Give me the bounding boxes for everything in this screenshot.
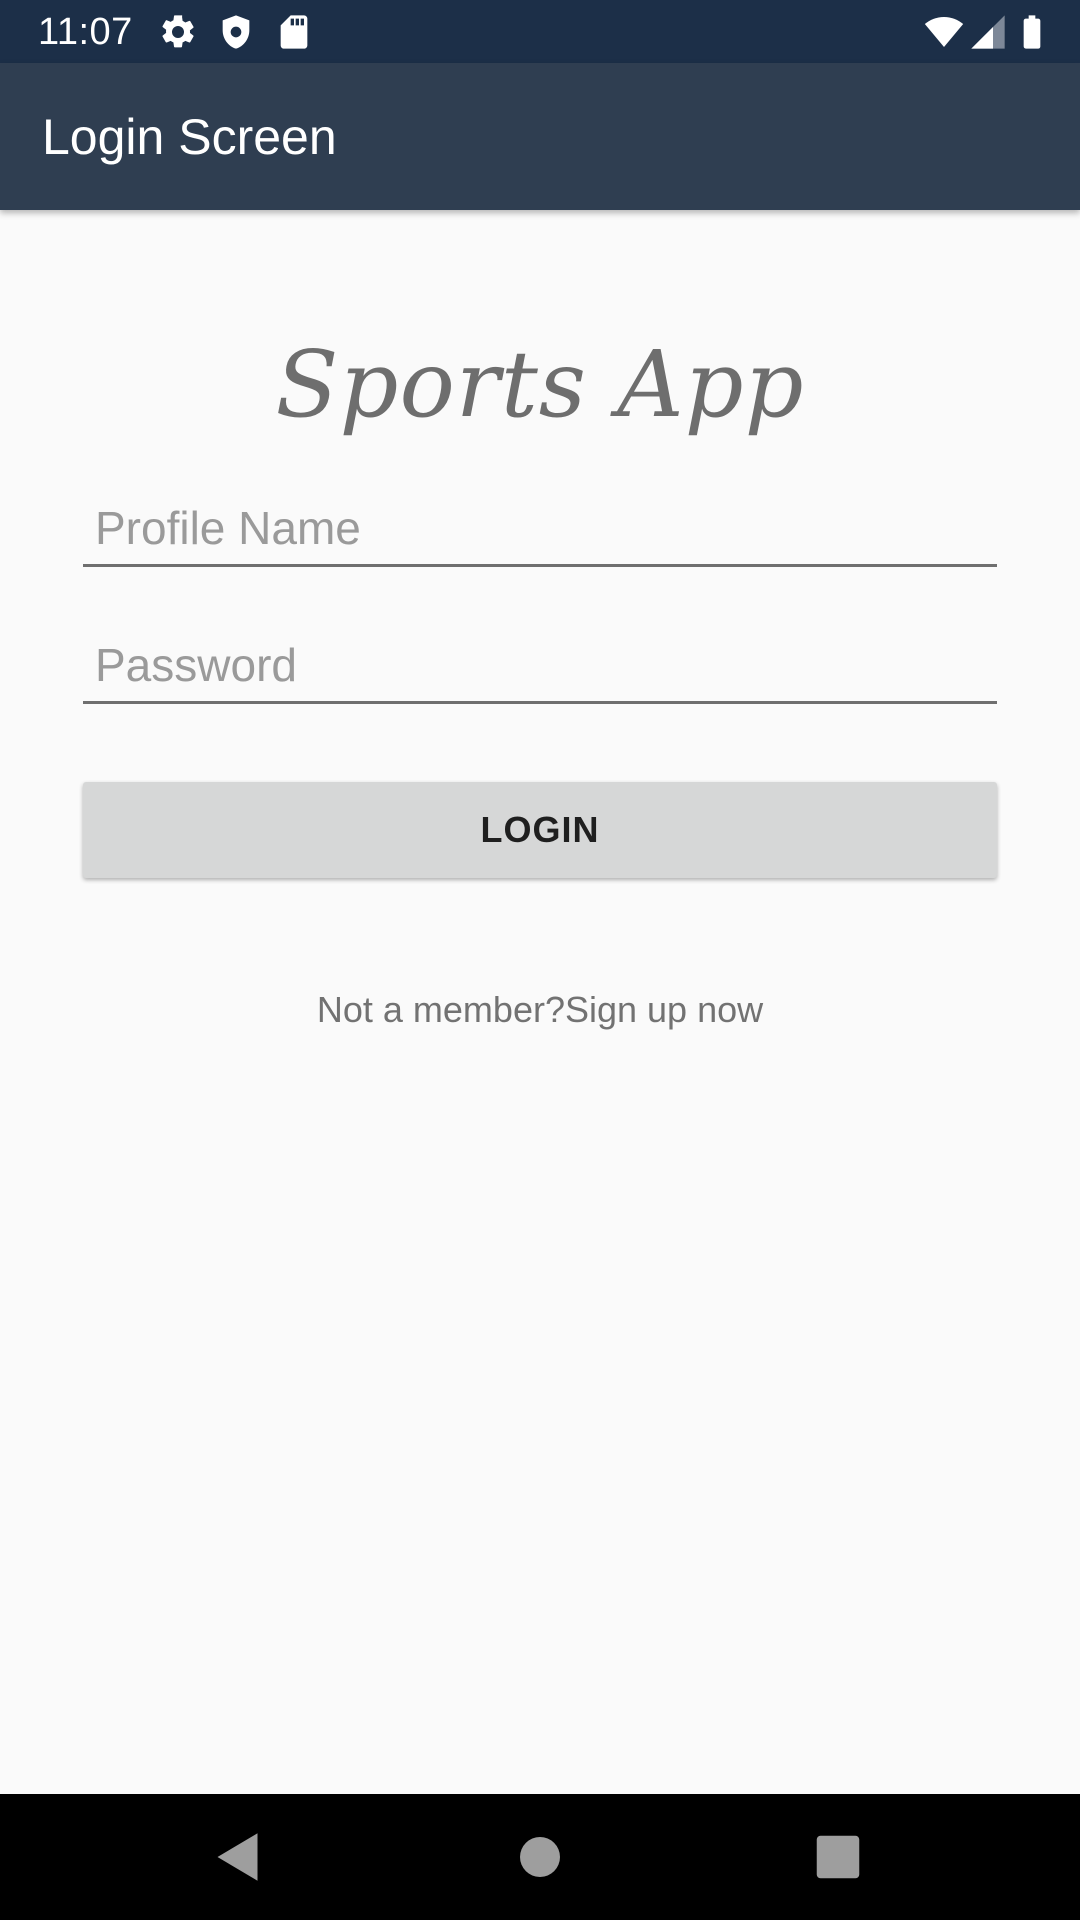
signup-link[interactable]: Not a member?Sign up now xyxy=(0,985,1080,1035)
app-bar: Login Screen xyxy=(0,63,1080,210)
home-icon[interactable] xyxy=(510,1827,570,1887)
app-logo-text: Sports App xyxy=(275,331,805,438)
password-input[interactable] xyxy=(83,629,997,701)
shield-icon xyxy=(222,15,250,49)
status-time: 11:07 xyxy=(38,11,133,53)
profile-name-field[interactable] xyxy=(83,492,997,567)
wifi-icon xyxy=(924,17,964,47)
login-button[interactable]: LOGIN xyxy=(83,782,997,878)
gear-icon xyxy=(162,15,194,48)
sd-card-icon xyxy=(280,15,308,49)
password-field[interactable] xyxy=(83,629,997,704)
status-bar: 11:07 xyxy=(0,0,1080,63)
battery-icon xyxy=(1023,15,1041,49)
profile-name-input[interactable] xyxy=(83,492,997,564)
app-title: Login Screen xyxy=(42,109,337,165)
back-icon[interactable] xyxy=(210,1827,270,1887)
recents-icon[interactable] xyxy=(808,1827,868,1887)
signal-icon xyxy=(971,15,1005,49)
navigation-bar xyxy=(0,1794,1080,1920)
